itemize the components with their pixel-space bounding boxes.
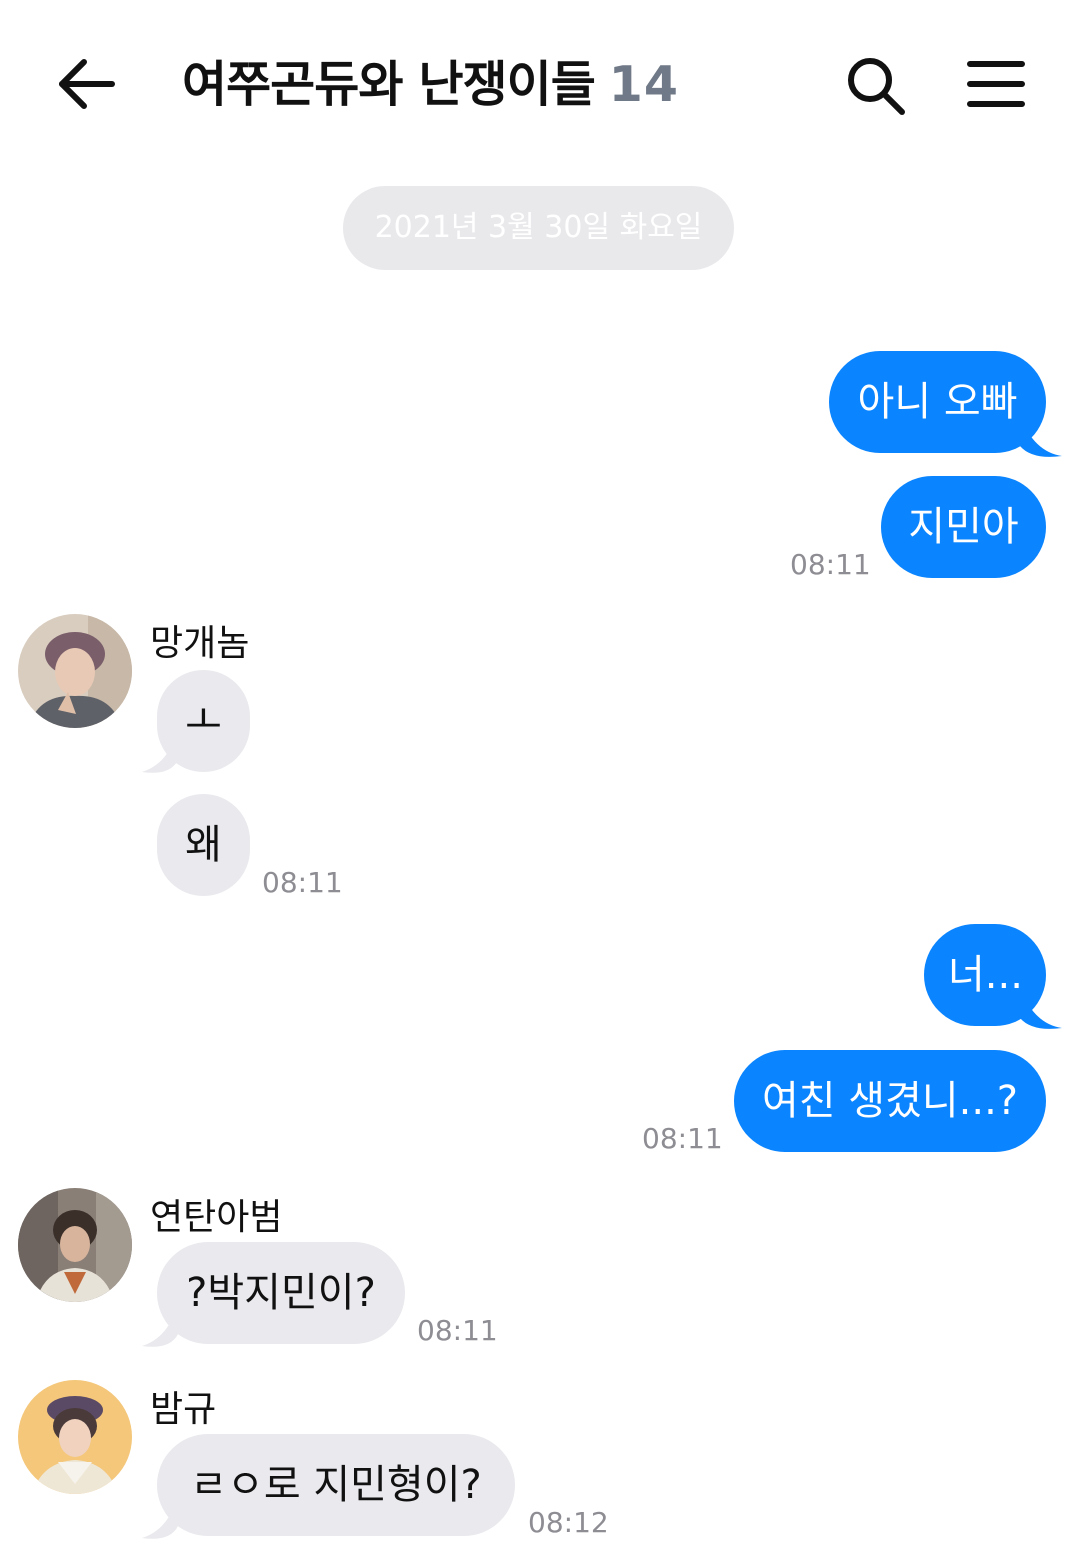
avatar[interactable] (18, 1380, 132, 1494)
sender-name: 연탄아범 (150, 1197, 283, 1238)
sender-name: 밤규 (150, 1389, 217, 1430)
back-arrow-icon[interactable] (58, 56, 118, 112)
message-timestamp: 08:11 (790, 548, 871, 581)
avatar[interactable] (18, 1188, 132, 1302)
message-timestamp: 08:11 (642, 1122, 723, 1155)
message-bubble-incoming[interactable]: ?박지민이? (157, 1242, 405, 1344)
avatar[interactable] (18, 614, 132, 728)
message-bubble-outgoing[interactable]: 너... (924, 924, 1046, 1026)
message-bubble-outgoing[interactable]: 여친 생겼니...? (734, 1050, 1046, 1152)
chat-header: 여쭈곤듀와 난쟁이들 14 (0, 0, 1080, 170)
message-timestamp: 08:11 (262, 866, 343, 899)
date-divider: 2021년 3월 30일 화요일 (343, 186, 734, 270)
message-bubble-outgoing[interactable]: 지민아 (881, 476, 1046, 578)
message-timestamp: 08:12 (528, 1506, 609, 1539)
message-bubble-incoming[interactable]: ㄹㅇ로 지민형이? (157, 1434, 515, 1536)
member-count: 14 (608, 56, 679, 113)
message-bubble-incoming[interactable]: ㅗ (157, 670, 250, 772)
message-bubble-incoming[interactable]: 왜 (157, 794, 250, 896)
chat-room-name: 여쭈곤듀와 난쟁이들 (182, 56, 596, 113)
message-bubble-outgoing[interactable]: 아니 오빠 (829, 351, 1046, 453)
search-icon[interactable] (846, 56, 908, 116)
message-timestamp: 08:11 (417, 1314, 498, 1347)
sender-name: 망개놈 (150, 623, 250, 664)
hamburger-menu-icon[interactable] (966, 58, 1026, 110)
chat-title: 여쭈곤듀와 난쟁이들 14 (182, 50, 679, 120)
